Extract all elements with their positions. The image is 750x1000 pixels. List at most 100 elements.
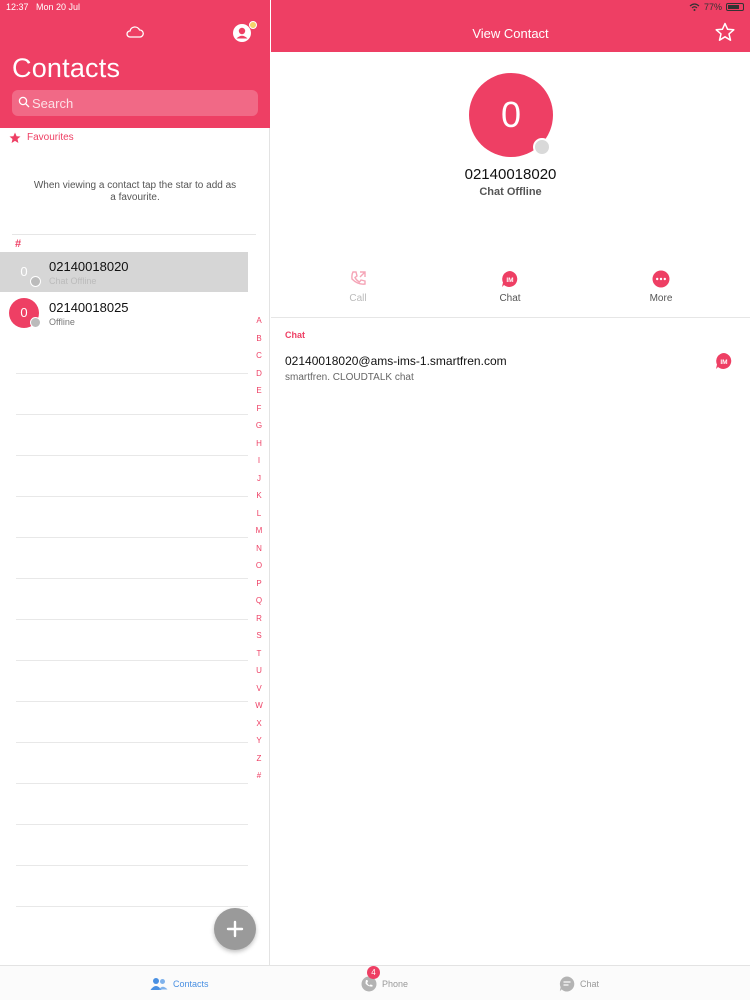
contact-name: 02140018020	[49, 259, 129, 274]
contact-row[interactable]: 0 02140018025 Offline	[0, 293, 248, 333]
alphabet-index-letter[interactable]: #	[252, 767, 266, 785]
chat-button[interactable]: IM Chat	[470, 270, 550, 304]
divider	[271, 317, 750, 318]
wifi-icon	[689, 3, 700, 11]
alphabet-index-letter[interactable]: Z	[252, 750, 266, 768]
im-chat-icon: IM	[502, 271, 518, 287]
add-contact-button[interactable]	[214, 908, 256, 950]
contact-status: Chat Offline	[49, 276, 97, 286]
more-dots-icon	[652, 270, 670, 288]
alphabet-index-letter[interactable]: A	[252, 312, 266, 330]
search-box[interactable]	[12, 90, 258, 116]
more-button[interactable]: More	[621, 270, 701, 304]
chat-offline-icon	[533, 138, 551, 156]
empty-row	[16, 620, 248, 661]
alphabet-index-letter[interactable]: G	[252, 417, 266, 435]
alphabet-index-letter[interactable]: N	[252, 540, 266, 558]
alphabet-index-letter[interactable]: F	[252, 400, 266, 418]
empty-row	[16, 784, 248, 825]
contact-chat-status: Chat Offline	[479, 186, 542, 198]
empty-row	[16, 661, 248, 702]
contact-number: 02140018020	[464, 166, 557, 183]
alphabet-index-letter[interactable]: T	[252, 645, 266, 663]
section-header: #	[15, 238, 22, 250]
alphabet-index-letter[interactable]: S	[252, 627, 266, 645]
empty-row	[16, 825, 248, 866]
alphabet-index-letter[interactable]: J	[252, 470, 266, 488]
chat-label: Chat	[499, 293, 521, 304]
alphabet-index-letter[interactable]: I	[252, 452, 266, 470]
alphabet-index-letter[interactable]: E	[252, 382, 266, 400]
alphabet-index-letter[interactable]: L	[252, 505, 266, 523]
chat-bubble-icon	[559, 976, 575, 992]
contacts-icon	[150, 978, 168, 990]
svg-text:IM: IM	[506, 277, 513, 284]
tab-contacts-label: Contacts	[173, 979, 209, 989]
battery-icon	[726, 3, 744, 11]
chat-service-label: smartfren. CLOUDTALK chat	[285, 372, 414, 383]
alphabet-index-letter[interactable]: K	[252, 487, 266, 505]
detail-title: View Contact	[472, 26, 549, 41]
empty-row	[16, 374, 248, 415]
phone-badge: 4	[367, 966, 380, 979]
chat-offline-icon	[30, 276, 41, 287]
call-label: Call	[349, 293, 367, 304]
chat-section-label: Chat	[285, 330, 305, 340]
empty-row	[16, 497, 248, 538]
contact-name: 02140018025	[49, 300, 129, 315]
status-right: 77%	[689, 2, 744, 12]
profile-notification-dot	[249, 21, 257, 29]
alphabet-index-letter[interactable]: M	[252, 522, 266, 540]
empty-row	[16, 415, 248, 456]
alphabet-index-letter[interactable]: O	[252, 557, 266, 575]
alphabet-index-letter[interactable]: Y	[252, 732, 266, 750]
tab-chat[interactable]: Chat	[559, 974, 599, 994]
alphabet-index-letter[interactable]: P	[252, 575, 266, 593]
svg-text:IM: IM	[720, 359, 727, 366]
empty-row	[16, 743, 248, 784]
alphabet-index-letter[interactable]: B	[252, 330, 266, 348]
empty-row	[16, 579, 248, 620]
empty-list-rows	[16, 333, 248, 907]
tab-chat-label: Chat	[580, 979, 600, 989]
alphabet-index-letter[interactable]: V	[252, 680, 266, 698]
status-time: 12:37	[6, 2, 29, 12]
chat-address[interactable]: 02140018020@ams-ims-1.smartfren.com	[285, 354, 507, 368]
contacts-pane: Contacts Favourites When viewing a conta…	[0, 0, 270, 965]
status-date: Mon 20 Jul	[36, 2, 81, 12]
alphabet-index-letter[interactable]: D	[252, 365, 266, 383]
phone-call-icon	[351, 271, 366, 285]
empty-row	[16, 866, 248, 907]
alphabet-index-letter[interactable]: C	[252, 347, 266, 365]
offline-icon	[30, 317, 41, 328]
contact-detail-pane: View Contact 0 02140018020 Chat Offline …	[271, 0, 750, 965]
empty-row	[16, 456, 248, 497]
contact-row[interactable]: 0 02140018020 Chat Offline	[0, 252, 248, 292]
empty-row	[16, 702, 248, 743]
favourite-star-icon[interactable]	[715, 22, 735, 42]
search-input[interactable]	[32, 93, 252, 113]
contacts-header: Contacts	[0, 0, 270, 128]
favourites-hint: When viewing a contact tap the star to a…	[33, 180, 237, 203]
alphabet-index-letter[interactable]: U	[252, 662, 266, 680]
favourites-header: Favourites	[0, 128, 270, 148]
alphabet-index-letter[interactable]: H	[252, 435, 266, 453]
alphabet-index-letter[interactable]: W	[252, 697, 266, 715]
more-label: More	[649, 293, 673, 304]
call-button[interactable]: Call	[318, 270, 398, 304]
empty-row	[16, 333, 248, 374]
star-icon	[9, 132, 21, 143]
favourites-label: Favourites	[27, 132, 74, 143]
alphabet-index-letter[interactable]: Q	[252, 592, 266, 610]
cloud-icon[interactable]	[125, 25, 145, 39]
search-icon	[18, 96, 30, 108]
battery-percent: 77%	[703, 2, 722, 12]
im-chat-icon[interactable]: IM	[715, 352, 733, 370]
tab-contacts[interactable]: Contacts	[150, 974, 209, 994]
alphabet-index-letter[interactable]: R	[252, 610, 266, 628]
alphabet-index-letter[interactable]: X	[252, 715, 266, 733]
page-title: Contacts	[12, 53, 121, 83]
empty-row	[16, 538, 248, 579]
alphabet-index[interactable]: A B C D E F G H I J K L M N O P Q R S T U V W X Y Z #	[252, 312, 266, 785]
status-bar: 12:37 Mon 20 Jul 77%	[0, 0, 750, 14]
